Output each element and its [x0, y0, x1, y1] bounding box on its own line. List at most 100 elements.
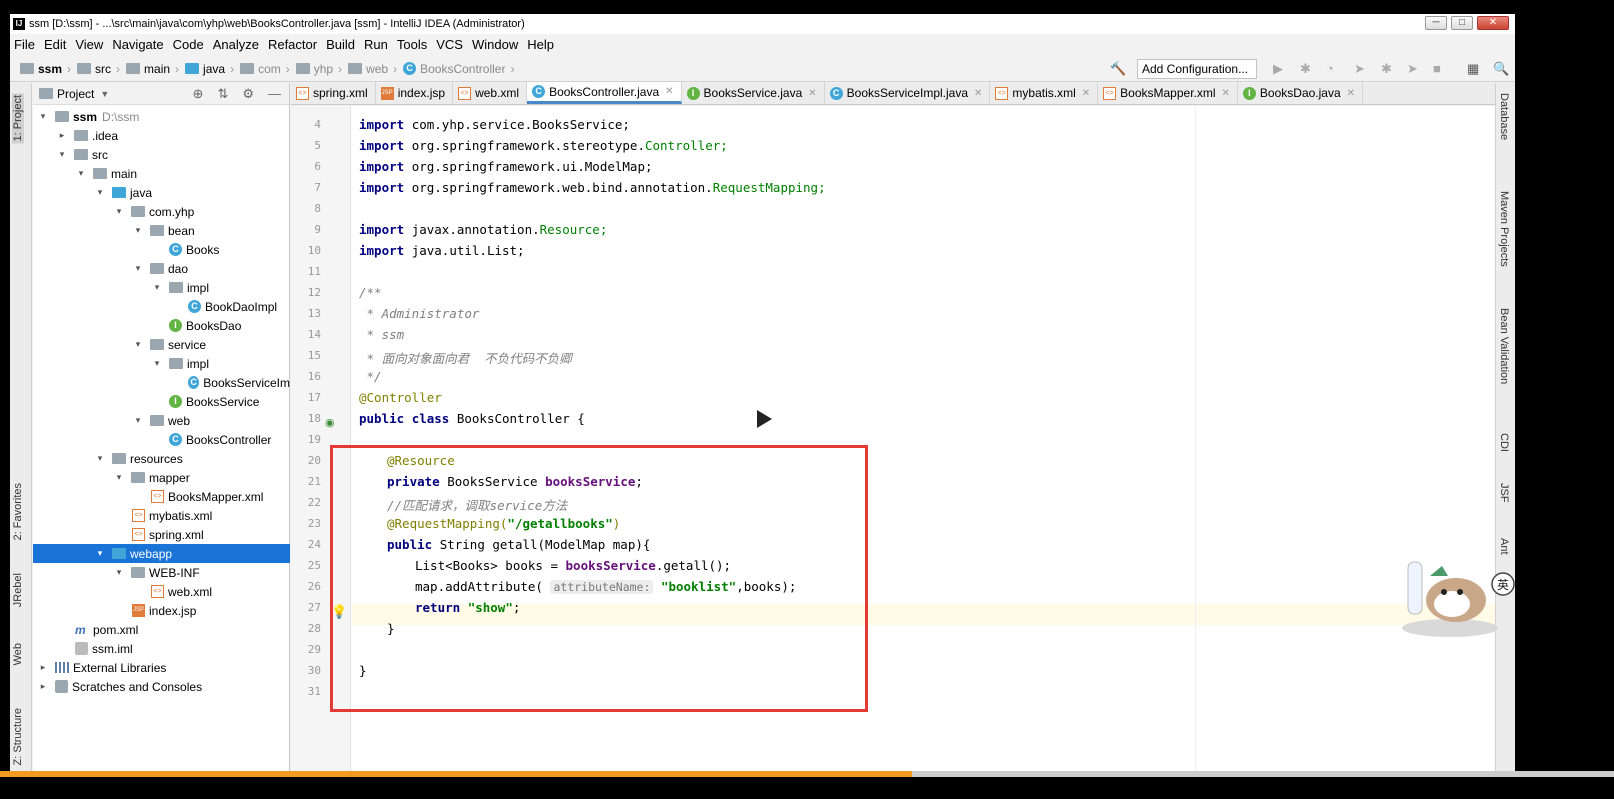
debug-icon[interactable]: ✱ [1300, 61, 1311, 77]
tab-jsf-tool[interactable]: JSF [1498, 483, 1510, 503]
tree-item[interactable]: C BookDaoImpl [33, 297, 290, 316]
chevron-down-icon[interactable]: ▾ [132, 339, 144, 350]
close-tab-icon[interactable]: ✕ [974, 88, 982, 99]
stop-icon[interactable]: ■ [1433, 61, 1441, 76]
dropdown-arrow-icon[interactable]: ▼ [100, 89, 109, 99]
project-structure-icon[interactable]: ▦ [1467, 61, 1479, 77]
chevron-down-icon[interactable]: ▾ [113, 206, 125, 217]
breadcrumb-com[interactable]: com › [240, 62, 290, 76]
tree-item[interactable]: C BooksController [33, 430, 290, 449]
tree-item[interactable]: ▾ WEB-INF [33, 563, 290, 582]
tab-maven-tool[interactable]: Maven Projects [1498, 191, 1510, 267]
tree-item[interactable]: ▾ com.yhp [33, 202, 290, 221]
breadcrumb-web[interactable]: web › [348, 62, 397, 76]
spring-bean-gutter-icon[interactable]: ◉ [325, 416, 335, 429]
hide-icon[interactable]: — [268, 86, 281, 102]
maximize-button[interactable]: □ [1451, 16, 1473, 30]
chevron-down-icon[interactable]: ▾ [113, 472, 125, 483]
chevron-down-icon[interactable]: ▾ [94, 187, 106, 198]
tree-item[interactable]: ▾ dao [33, 259, 290, 278]
chevron-down-icon[interactable]: ▾ [132, 225, 144, 236]
chevron-right-icon[interactable]: ▸ [37, 662, 49, 673]
tab-database-tool[interactable]: Database [1498, 93, 1510, 140]
tree-item[interactable]: ▾ ssm D:\ssm [33, 107, 290, 126]
breadcrumb-main[interactable]: main › [126, 62, 179, 76]
chevron-down-icon[interactable]: ▾ [113, 567, 125, 578]
tree-item[interactable]: ssm.iml [33, 639, 290, 658]
tree-item[interactable]: ▸ .idea [33, 126, 290, 145]
profile-icon[interactable]: ➤ [1354, 61, 1365, 77]
tab-favorites-tool[interactable]: 2: Favorites [12, 483, 24, 540]
coverage-icon[interactable]: ◔ [1326, 61, 1334, 76]
chevron-down-icon[interactable]: ▾ [56, 149, 68, 160]
breadcrumb-yhp[interactable]: yhp › [295, 62, 342, 76]
tab-bookscontroller-java[interactable]: C BooksController.java ✕ [527, 82, 682, 104]
tab-web-tool[interactable]: Web [12, 643, 24, 665]
tab-mybatis-xml[interactable]: <> mybatis.xml ✕ [990, 82, 1099, 104]
run-icon[interactable]: ▶ [1273, 61, 1283, 77]
tree-item[interactable]: ▾ src [33, 145, 290, 164]
tree-item-selected[interactable]: ▾ webapp [33, 544, 290, 563]
tree-item[interactable]: <> BooksMapper.xml [33, 487, 290, 506]
tab-booksdao-java[interactable]: I BooksDao.java ✕ [1238, 82, 1364, 104]
chevron-down-icon[interactable]: ▾ [94, 548, 106, 559]
close-tab-icon[interactable]: ✕ [808, 88, 816, 99]
menu-tools[interactable]: Tools [395, 37, 432, 52]
breadcrumb-bookscontroller[interactable]: C BooksController › [403, 62, 514, 76]
menu-code[interactable]: Code [171, 37, 209, 52]
tree-item[interactable]: m pom.xml [33, 620, 290, 639]
chevron-right-icon[interactable]: ▸ [37, 681, 49, 692]
tree-item[interactable]: ▾ impl [33, 278, 290, 297]
chevron-down-icon[interactable]: ▾ [75, 168, 87, 179]
minimize-button[interactable]: ─ [1425, 16, 1447, 30]
tab-project-tool[interactable]: 1: Project [12, 93, 24, 144]
close-tab-icon[interactable]: ✕ [665, 86, 673, 97]
close-tab-icon[interactable]: ✕ [1082, 88, 1090, 99]
video-play-icon[interactable] [757, 410, 772, 428]
tree-item[interactable]: ▾ web [33, 411, 290, 430]
breadcrumb-ssm[interactable]: ssm › [20, 62, 71, 76]
menu-file[interactable]: File [12, 37, 40, 52]
tree-item[interactable]: ▸ External Libraries [33, 658, 290, 677]
tab-booksservice-java[interactable]: I BooksService.java ✕ [682, 82, 825, 104]
menu-analyze[interactable]: Analyze [211, 37, 264, 52]
tree-item[interactable]: ▾ impl [33, 354, 290, 373]
tree-item[interactable]: ▾ bean [33, 221, 290, 240]
menu-navigate[interactable]: Navigate [110, 37, 168, 52]
tree-item[interactable]: ▾ mapper [33, 468, 290, 487]
add-configuration-button[interactable]: Add Configuration... [1137, 59, 1257, 79]
debug-jrebel-icon[interactable]: ✱ [1381, 61, 1392, 77]
tree-item[interactable]: ▾ java [33, 183, 290, 202]
tab-jrebel-tool[interactable]: JRebel [12, 573, 24, 607]
gear-icon[interactable]: ⚙ [242, 86, 254, 102]
chevron-down-icon[interactable]: ▾ [132, 263, 144, 274]
tab-web-xml[interactable]: <> web.xml [453, 82, 528, 104]
tree-item[interactable]: ▸ Scratches and Consoles [33, 677, 290, 696]
tree-item[interactable]: ▾ resources [33, 449, 290, 468]
tab-cdi-tool[interactable]: CDI [1498, 433, 1510, 452]
menu-help[interactable]: Help [525, 37, 559, 52]
close-tab-icon[interactable]: ✕ [1347, 88, 1355, 99]
tab-structure-tool[interactable]: Z: Structure [12, 708, 24, 765]
tree-item[interactable]: C Books [33, 240, 290, 259]
close-button[interactable]: ✕ [1477, 16, 1509, 30]
chevron-right-icon[interactable]: ▸ [56, 130, 68, 141]
tree-item[interactable]: JSP index.jsp [33, 601, 290, 620]
tree-item[interactable]: I BooksService [33, 392, 290, 411]
tree-item[interactable]: <> spring.xml [33, 525, 290, 544]
collapse-icon[interactable]: ⇅ [217, 86, 228, 102]
breadcrumb-java[interactable]: java › [185, 62, 234, 76]
menu-edit[interactable]: Edit [42, 37, 71, 52]
tab-spring-xml[interactable]: <> spring.xml [291, 82, 376, 104]
locate-icon[interactable]: ⊕ [193, 86, 204, 102]
menu-build[interactable]: Build [324, 37, 360, 52]
chevron-down-icon[interactable]: ▾ [37, 111, 49, 122]
tab-bean-validation-tool[interactable]: Bean Validation [1498, 308, 1510, 384]
project-view-selector[interactable]: Project [57, 87, 94, 101]
tree-item[interactable]: I BooksDao [33, 316, 290, 335]
tree-item[interactable]: ▾ main [33, 164, 290, 183]
tree-item[interactable]: <> mybatis.xml [33, 506, 290, 525]
tree-item[interactable]: ▾ service [33, 335, 290, 354]
breadcrumb-src[interactable]: src › [77, 62, 120, 76]
menu-view[interactable]: View [73, 37, 108, 52]
